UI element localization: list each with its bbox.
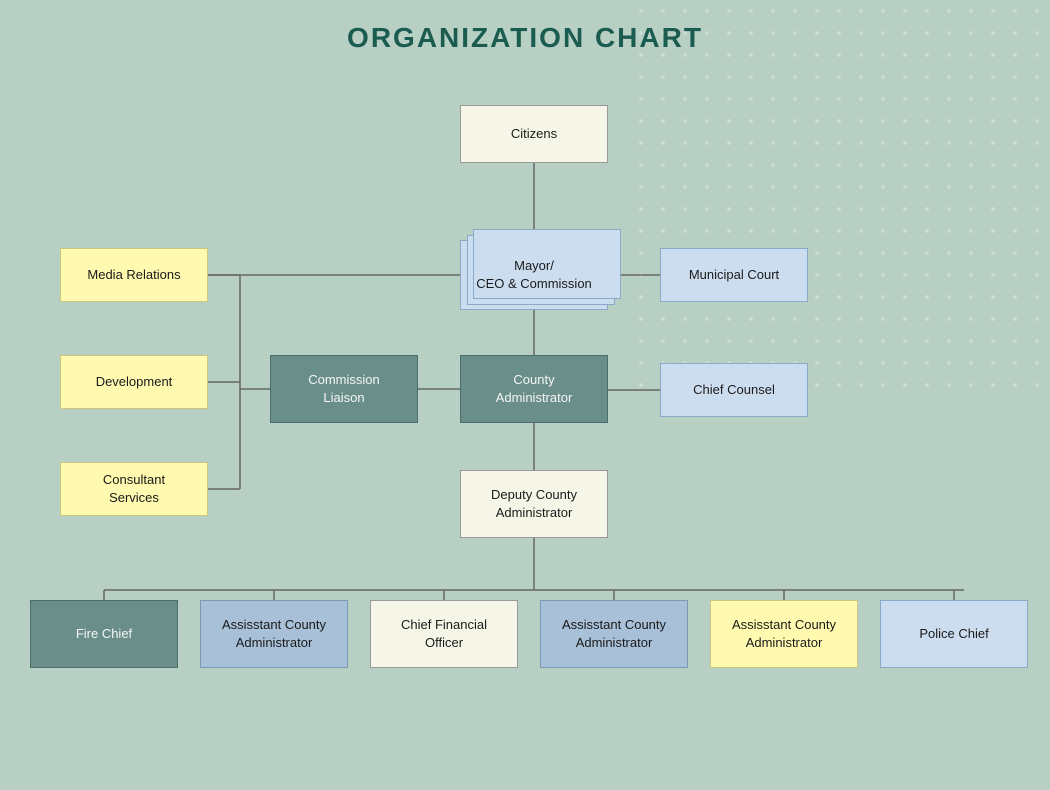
asst-admin-3-box: Assisstant CountyAdministrator [710,600,858,668]
consultant-box: ConsultantServices [60,462,208,516]
media-relations-box: Media Relations [60,248,208,302]
fire-chief-box: Fire Chief [30,600,178,668]
development-box: Development [60,355,208,409]
municipal-court-box: Municipal Court [660,248,808,302]
county-admin-box: CountyAdministrator [460,355,608,423]
asst-admin-2-box: Assisstant CountyAdministrator [540,600,688,668]
mayor-box: Mayor/CEO & Commission [460,240,608,310]
chart-area: Citizens Mayor/CEO & Commission Municipa… [0,70,1050,790]
police-chief-box: Police Chief [880,600,1028,668]
page-title: ORGANIZATION CHART [0,0,1050,54]
connector-lines [0,70,1050,790]
deputy-box: Deputy CountyAdministrator [460,470,608,538]
cfo-box: Chief FinancialOfficer [370,600,518,668]
commission-liaison-box: CommissionLiaison [270,355,418,423]
citizens-box: Citizens [460,105,608,163]
chief-counsel-box: Chief Counsel [660,363,808,417]
asst-admin-1-box: Assisstant CountyAdministrator [200,600,348,668]
